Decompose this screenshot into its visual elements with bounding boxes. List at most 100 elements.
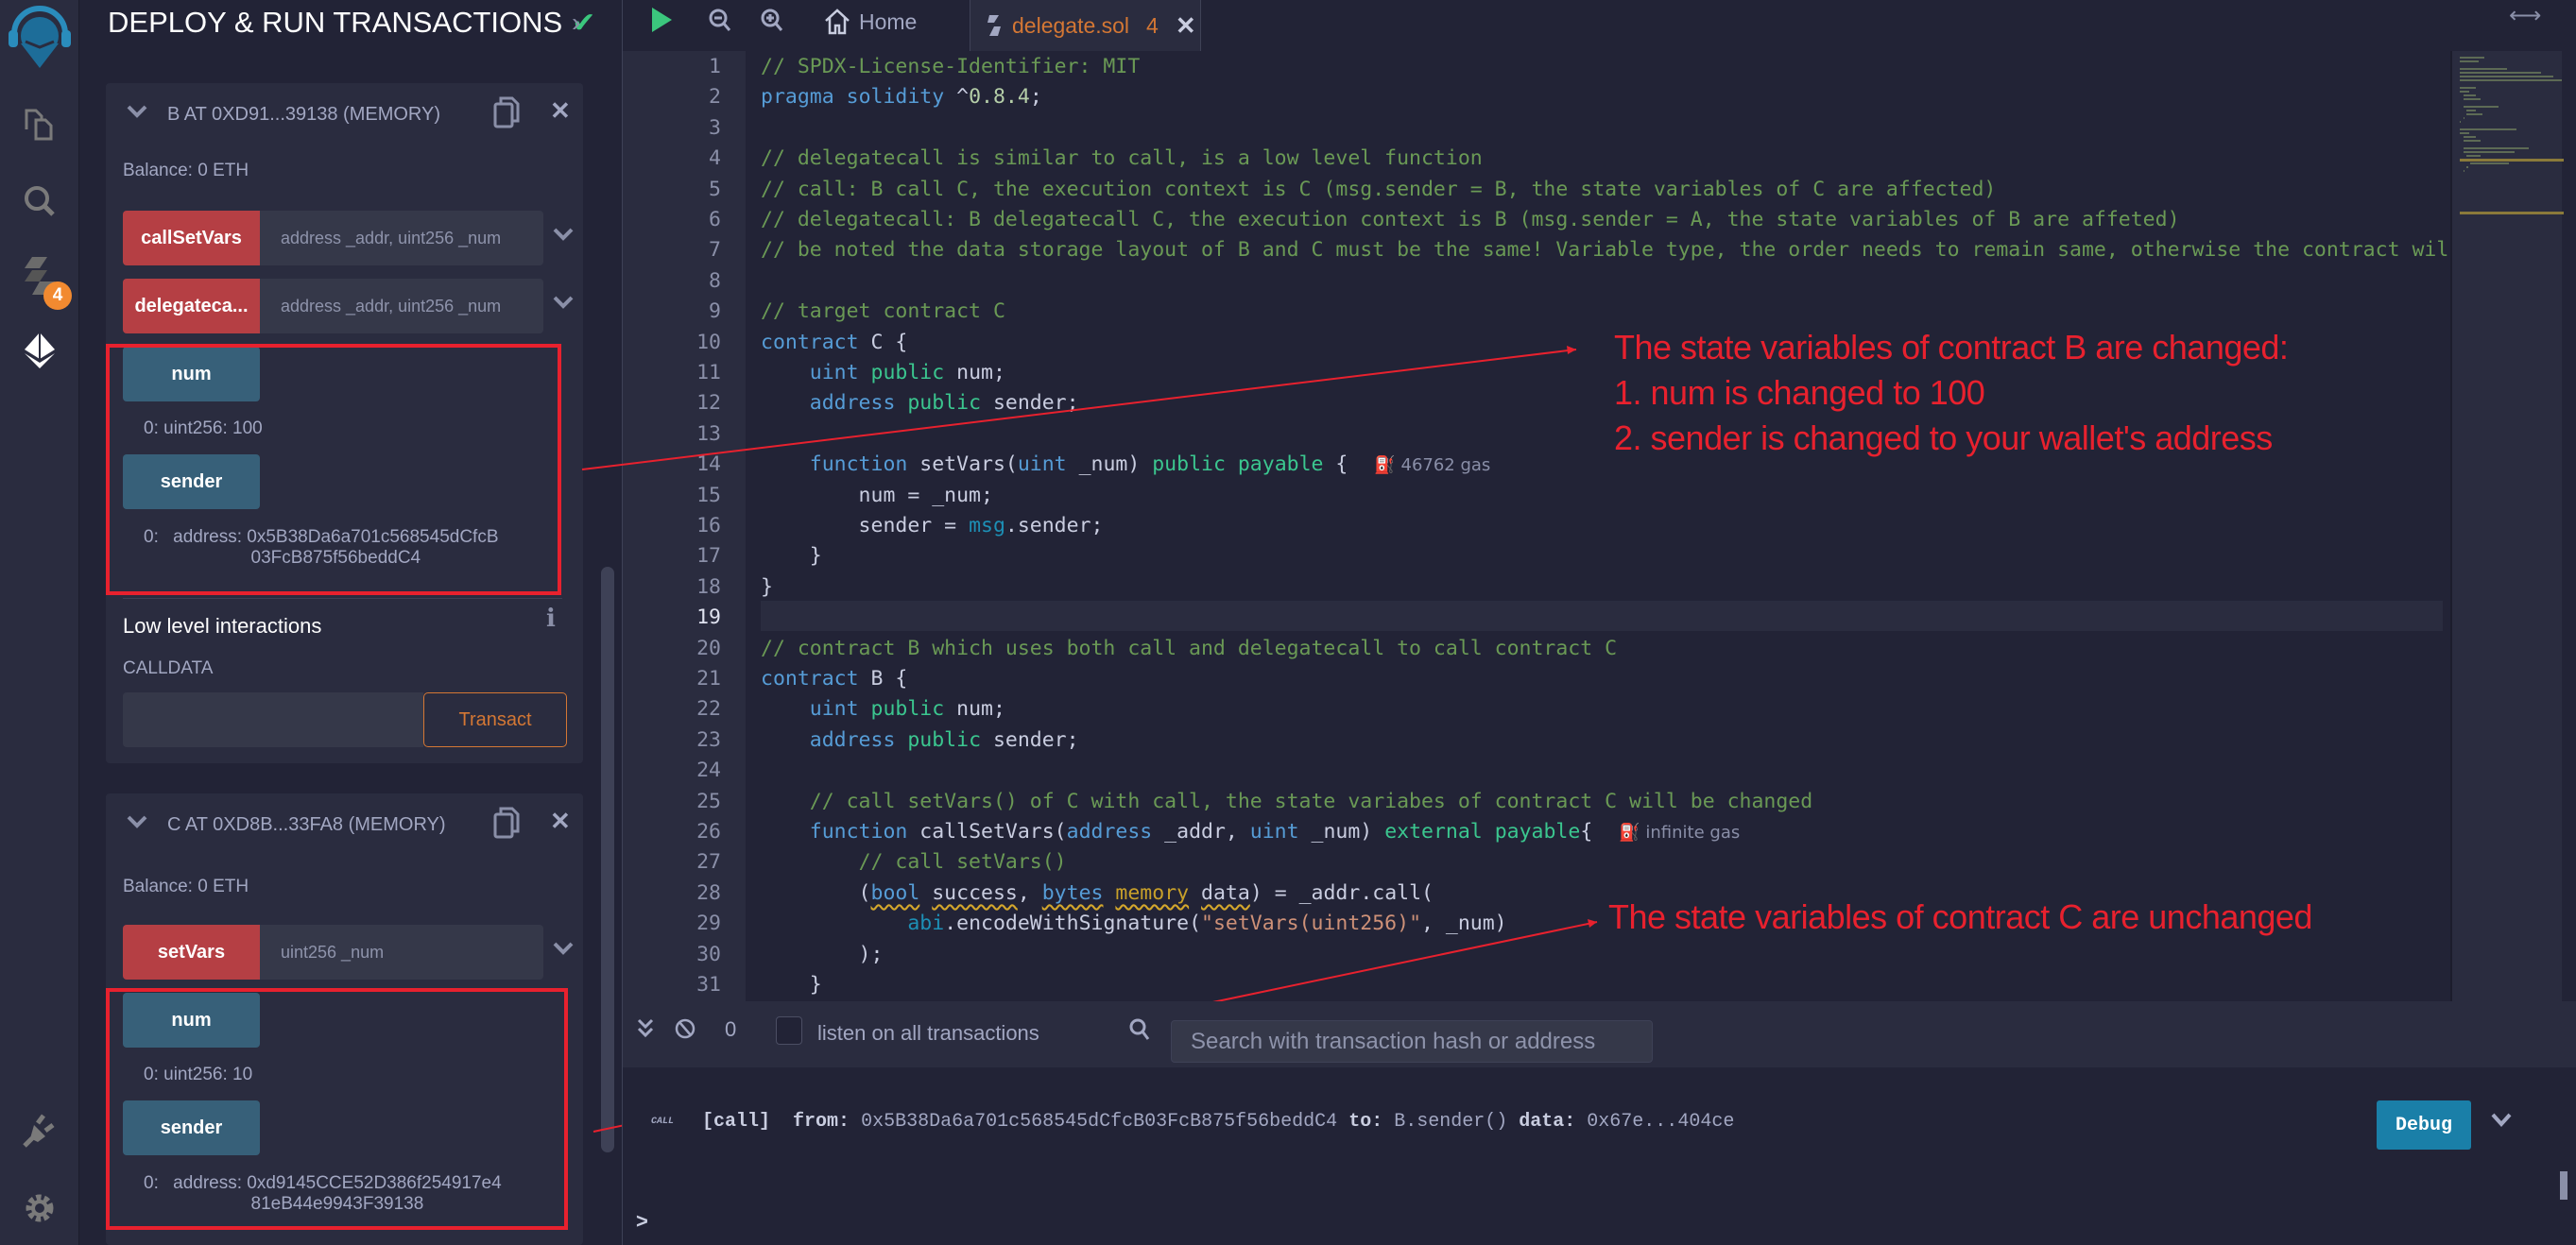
remix-logo-icon[interactable]: [0, 2, 79, 70]
terminal-scrollbar[interactable]: [2560, 1171, 2567, 1200]
close-icon[interactable]: ✕: [550, 807, 571, 836]
code-line[interactable]: // contract B which uses both call and d…: [761, 634, 1617, 664]
calldata-input[interactable]: [123, 692, 423, 747]
search-icon[interactable]: [0, 178, 79, 225]
code-line[interactable]: // delegatecall: B delegatecall C, the e…: [761, 205, 2180, 235]
instance-header[interactable]: C AT 0XD8B...33FA8 (MEMORY) ✕: [106, 793, 583, 860]
copy-icon[interactable]: [493, 96, 520, 133]
chevron-down-icon[interactable]: [553, 225, 574, 247]
code-line[interactable]: num = _num;: [761, 481, 993, 511]
tx-search-input[interactable]: Search with transaction hash or address: [1171, 1020, 1653, 1063]
line-number[interactable]: 21: [623, 664, 721, 694]
resize-horizontal-icon[interactable]: ⟷: [2509, 2, 2541, 29]
code-content[interactable]: // SPDX-License-Identifier: MIT pragma so…: [761, 51, 2576, 1001]
code-line[interactable]: // call setVars() of C with call, the st…: [761, 787, 1812, 817]
code-line[interactable]: contract C {: [761, 328, 907, 358]
line-number[interactable]: 12: [623, 388, 721, 418]
code-line[interactable]: address public sender;: [761, 388, 1079, 418]
line-number[interactable]: 29: [623, 909, 721, 939]
line-number[interactable]: 15: [623, 481, 721, 511]
code-line[interactable]: }: [761, 541, 822, 571]
collapse-terminal-icon[interactable]: [636, 1017, 655, 1047]
setvars-input[interactable]: uint256 _num: [260, 925, 543, 980]
line-number[interactable]: 31: [623, 970, 721, 1000]
code-line[interactable]: // SPDX-License-Identifier: MIT: [761, 52, 1140, 82]
line-number[interactable]: 2: [623, 82, 721, 112]
transact-button[interactable]: Transact: [423, 692, 567, 747]
code-line[interactable]: // be noted the data storage layout of B…: [761, 235, 2448, 265]
line-number[interactable]: 6: [623, 205, 721, 235]
code-line[interactable]: uint public num;: [761, 358, 1005, 388]
delegatecallsetvars-input[interactable]: address _addr, uint256 _num: [260, 279, 543, 333]
line-number[interactable]: 9: [623, 297, 721, 327]
tx-log-row[interactable]: CALL [call] from: 0x5B38Da6a701c568545dC…: [651, 1111, 1734, 1133]
run-script-icon[interactable]: [649, 6, 674, 41]
code-line[interactable]: (bool success, bytes memory data) = _add…: [761, 878, 1434, 909]
code-line[interactable]: uint public num;: [761, 694, 1005, 725]
code-line[interactable]: );: [761, 940, 884, 970]
zoom-in-icon[interactable]: [760, 8, 784, 41]
code-line[interactable]: sender = msg.sender;: [761, 511, 1104, 541]
line-number[interactable]: 1: [623, 52, 721, 82]
chevron-down-icon[interactable]: [553, 293, 574, 315]
delegatecallsetvars-button[interactable]: delegateca...: [123, 279, 260, 333]
code-line[interactable]: function callSetVars(address _addr, uint…: [761, 817, 1740, 847]
deploy-run-icon[interactable]: [0, 326, 79, 373]
chevron-down-icon[interactable]: [553, 939, 574, 961]
line-number[interactable]: 8: [623, 266, 721, 297]
callsetvars-input[interactable]: address _addr, uint256 _num: [260, 211, 543, 265]
line-number[interactable]: 5: [623, 175, 721, 205]
code-line[interactable]: abi.encodeWithSignature("setVars(uint256…: [761, 909, 1506, 939]
instance-header[interactable]: B AT 0XD91...39138 (MEMORY) ✕: [106, 83, 583, 149]
line-number[interactable]: 19: [623, 603, 721, 633]
zoom-out-icon[interactable]: [708, 8, 732, 41]
line-number[interactable]: 17: [623, 541, 721, 571]
info-icon[interactable]: i: [546, 605, 556, 633]
code-line[interactable]: }: [761, 572, 773, 603]
code-line[interactable]: // delegatecall is similar to call, is a…: [761, 144, 1483, 174]
line-number[interactable]: 28: [623, 878, 721, 909]
line-number[interactable]: 27: [623, 847, 721, 878]
listen-checkbox[interactable]: [776, 1016, 802, 1045]
close-tab-icon[interactable]: ✕: [1176, 11, 1196, 41]
line-number[interactable]: 24: [623, 756, 721, 786]
chevron-down-icon[interactable]: [127, 102, 147, 124]
line-number[interactable]: 23: [623, 725, 721, 756]
clear-console-icon[interactable]: [674, 1017, 696, 1047]
line-number[interactable]: 11: [623, 358, 721, 388]
code-line[interactable]: function setVars(uint _num) public payab…: [761, 450, 1491, 480]
line-number[interactable]: 22: [623, 694, 721, 725]
line-number[interactable]: 18: [623, 572, 721, 603]
line-number[interactable]: 20: [623, 634, 721, 664]
plugin-manager-icon[interactable]: [0, 1107, 79, 1154]
line-number[interactable]: 25: [623, 787, 721, 817]
code-line[interactable]: // call setVars(): [761, 847, 1067, 878]
line-number[interactable]: 16: [623, 511, 721, 541]
code-line[interactable]: // call: B call C, the execution context…: [761, 175, 1996, 205]
line-number[interactable]: 3: [623, 113, 721, 144]
line-number[interactable]: 10: [623, 328, 721, 358]
tab-delegate-sol[interactable]: delegate.sol 4 ✕: [970, 0, 1201, 51]
tab-home[interactable]: Home: [823, 8, 917, 36]
chevron-right-icon[interactable]: ›: [572, 8, 580, 38]
file-explorer-icon[interactable]: [0, 100, 79, 147]
setvars-button[interactable]: setVars: [123, 925, 260, 980]
line-number[interactable]: 14: [623, 450, 721, 480]
panel-scrollbar[interactable]: [601, 567, 614, 1152]
line-number[interactable]: 26: [623, 817, 721, 847]
code-line[interactable]: // target contract C: [761, 297, 1005, 327]
callsetvars-button[interactable]: callSetVars: [123, 211, 260, 265]
settings-icon[interactable]: [0, 1185, 79, 1232]
code-line[interactable]: }: [761, 970, 822, 1000]
minimap[interactable]: [2450, 51, 2564, 1001]
code-line[interactable]: address public sender;: [761, 725, 1079, 756]
expand-tx-icon[interactable]: [2490, 1107, 2513, 1134]
chevron-down-icon[interactable]: [127, 812, 147, 834]
line-number[interactable]: 7: [623, 235, 721, 265]
close-icon[interactable]: ✕: [550, 96, 571, 126]
terminal-prompt[interactable]: >: [636, 1209, 648, 1234]
copy-icon[interactable]: [493, 807, 520, 844]
code-line[interactable]: pragma solidity ^0.8.4;: [761, 82, 1042, 112]
line-number[interactable]: 13: [623, 419, 721, 450]
debug-button[interactable]: Debug: [2377, 1100, 2471, 1150]
